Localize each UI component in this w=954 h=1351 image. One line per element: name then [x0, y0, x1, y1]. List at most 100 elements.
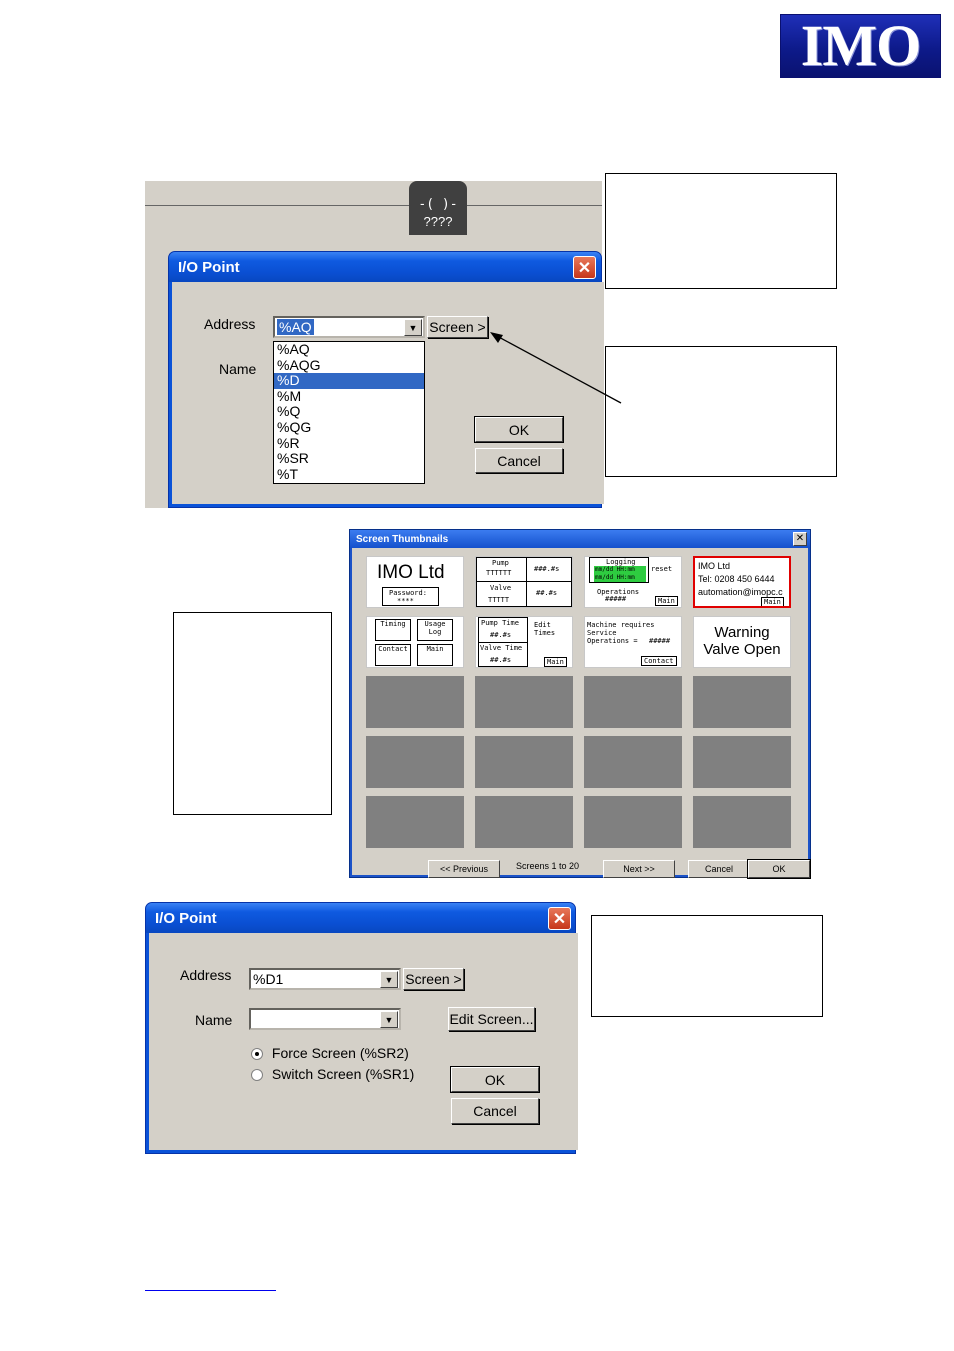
tile6-valve-time: Valve Time [480, 644, 523, 652]
tile2-divider-v [526, 557, 527, 607]
tile3-log-box: Logging mm/dd HH:mm mm/dd HH:mm [589, 557, 649, 583]
tile4-tel: Tel: 0208 450 6444 [698, 574, 775, 584]
thumbnail-6[interactable]: Pump Time ##.#s Valve Time ##.#s Edit Ti… [475, 616, 573, 668]
note-box-3 [173, 612, 332, 815]
dropdown-option[interactable]: %R [274, 435, 424, 452]
thumbnail-empty[interactable] [693, 796, 791, 848]
tile3-main: Main [655, 596, 678, 606]
thumbnail-7[interactable]: Machine requires Service Operations = ##… [584, 616, 682, 668]
name-label: Name [195, 1012, 233, 1028]
chevron-down-icon[interactable]: ▼ [404, 319, 422, 336]
tile3-log-rows: mm/dd HH:mm mm/dd HH:mm [594, 566, 646, 582]
address-value: %AQ [277, 319, 314, 335]
name-label: Name [219, 361, 257, 377]
radio-icon[interactable] [251, 1069, 263, 1082]
dropdown-option[interactable]: %Q [274, 404, 424, 420]
force-screen-option[interactable]: Force Screen (%SR2) [251, 1045, 409, 1061]
cancel-button[interactable]: Cancel [451, 1098, 539, 1124]
radio-selected-icon[interactable] [251, 1048, 263, 1061]
address-combo[interactable]: %AQ ▼ [273, 316, 425, 338]
thumbnail-empty[interactable] [475, 676, 573, 728]
address-dropdown-list[interactable]: %AQ %AQG %D %M %Q %QG %R %SR %T [273, 341, 425, 484]
note-box-1 [605, 173, 837, 289]
thumbnail-3[interactable]: Logging mm/dd HH:mm mm/dd HH:mm reset Op… [584, 556, 682, 608]
thumbnail-empty[interactable] [366, 796, 464, 848]
screens-range: Screens 1 to 20 [516, 861, 580, 871]
tile6-edit: Edit Times [534, 621, 556, 637]
thumbnail-5[interactable]: Timing Usage Log Contact Main [366, 616, 464, 668]
force-screen-label: Force Screen (%SR2) [271, 1045, 409, 1061]
ladder-rung [145, 205, 602, 206]
screen-thumbnails-window: Screen Thumbnails ✕ IMO Ltd Password: **… [349, 529, 811, 879]
thumbnail-empty[interactable] [584, 796, 682, 848]
edit-screen-button[interactable]: Edit Screen... [448, 1007, 535, 1031]
footer-link-underline[interactable] [145, 1290, 276, 1291]
thumbnail-empty[interactable] [693, 736, 791, 788]
ok-button[interactable]: OK [474, 416, 564, 443]
tile7-line3: Operations = [587, 637, 638, 645]
thumbnail-empty[interactable] [475, 736, 573, 788]
chevron-down-icon[interactable]: ▼ [380, 1011, 398, 1028]
previous-button[interactable]: << Previous [428, 860, 500, 878]
dropdown-option[interactable]: %M [274, 388, 424, 405]
dropdown-option[interactable]: %AQG [274, 357, 424, 374]
switch-screen-option[interactable]: Switch Screen (%SR1) [251, 1066, 414, 1082]
note-box-2 [605, 346, 837, 477]
imo-logo: IMO [780, 14, 941, 78]
tile2-pump-val: TTTTTT [486, 569, 512, 577]
dropdown-option[interactable]: %QG [274, 419, 424, 436]
dropdown-option[interactable]: %SR [274, 451, 424, 467]
tile8-line2: Valve Open [703, 641, 781, 658]
dropdown-option[interactable]: %D [274, 373, 424, 389]
close-icon[interactable]: ✕ [793, 532, 807, 546]
thumbnail-empty[interactable] [584, 736, 682, 788]
dialog-2-title: I/O Point [146, 903, 575, 933]
tile7-ops: ##### [649, 637, 671, 645]
tile6-pump-time: Pump Time [481, 619, 519, 627]
tile3-logging: Logging [606, 558, 636, 566]
thumbnail-2[interactable]: Pump TTTTTT ###.#s Valve TTTTT ##.#s [475, 556, 573, 608]
screen-button[interactable]: Screen > [403, 968, 464, 990]
tile3-ops-val: ##### [605, 595, 627, 603]
tile3-row1: mm/dd HH:mm [595, 566, 635, 573]
close-icon[interactable]: ✕ [548, 907, 571, 930]
tile7-contact: Contact [641, 656, 677, 666]
thumbnail-empty[interactable] [366, 676, 464, 728]
next-button[interactable]: Next >> [603, 860, 675, 878]
address-combo[interactable]: %D1 ▼ [249, 968, 401, 990]
thumbnail-empty[interactable] [693, 676, 791, 728]
thumb-cancel-button[interactable]: Cancel [688, 860, 750, 878]
thumbnail-empty[interactable] [584, 676, 682, 728]
thumbnail-empty[interactable] [475, 796, 573, 848]
tile1-password-box: Password: **** [382, 587, 439, 606]
address-value: %D1 [253, 971, 284, 987]
tile5-contact: Contact [375, 644, 411, 666]
tile5-main: Main [417, 644, 453, 666]
dropdown-option[interactable]: %T [274, 466, 424, 483]
dialog-1-title: I/O Point [169, 252, 601, 282]
screen-button[interactable]: Screen > [427, 316, 488, 338]
tile2-pump: Pump [492, 559, 509, 567]
tile6-pump-val: ##.#s [490, 631, 512, 639]
thumbnail-empty[interactable] [366, 736, 464, 788]
address-label: Address [204, 316, 256, 332]
name-combo[interactable]: ▼ [249, 1008, 401, 1030]
dropdown-option[interactable]: %AQ [274, 341, 424, 358]
ok-button[interactable]: OK [450, 1066, 540, 1093]
thumbnails-body: IMO Ltd Password: **** Pump TTTTTT ###.#… [352, 548, 811, 879]
close-icon[interactable]: ✕ [573, 256, 596, 279]
thumbnail-1[interactable]: IMO Ltd Password: **** [366, 556, 464, 608]
tile1-password-value: **** [397, 597, 414, 605]
coil-label: ???? [423, 214, 453, 229]
tile2-divider-h [476, 581, 572, 582]
coil-element[interactable]: -( )- ???? [409, 181, 467, 235]
chevron-down-icon[interactable]: ▼ [380, 971, 398, 988]
thumb-ok-button[interactable]: OK [747, 859, 811, 879]
tile6-main: Main [544, 657, 567, 667]
thumbnail-4[interactable]: IMO Ltd Tel: 0208 450 6444 automation@im… [693, 556, 791, 608]
tile1-title: IMO Ltd [377, 562, 445, 583]
thumbnail-8[interactable]: Warning Valve Open [693, 616, 791, 668]
io-point-dialog-2: I/O Point ✕ Address %D1 ▼ Screen > Name … [145, 902, 578, 1154]
cancel-button[interactable]: Cancel [475, 448, 563, 473]
tile2-valve: Valve [490, 584, 512, 592]
